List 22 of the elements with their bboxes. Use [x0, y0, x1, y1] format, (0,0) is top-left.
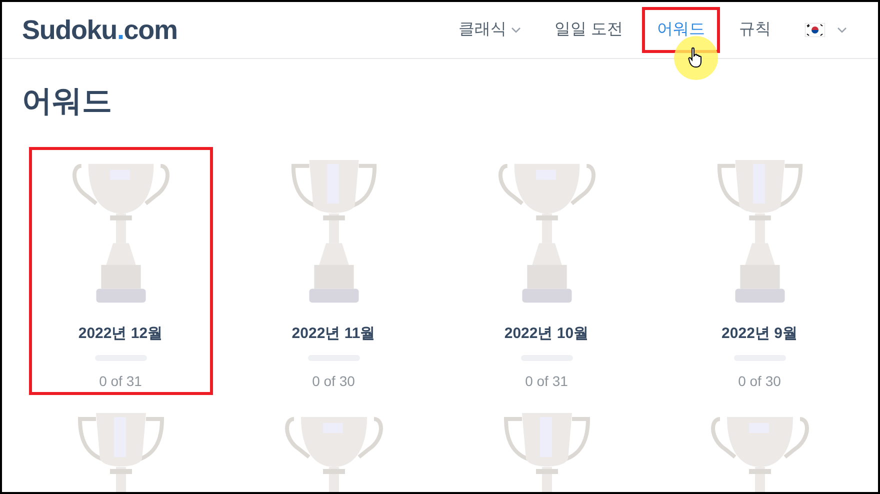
award-month: 2022년 10월	[504, 324, 589, 344]
award-month: 2022년 12월	[78, 324, 163, 344]
award-card[interactable]: 2022년 11월 0 of 30	[242, 147, 426, 395]
nav-link[interactable]: 규칙	[724, 7, 786, 53]
award-progress: 0 of 30	[738, 372, 781, 391]
award-progress: 0 of 31	[99, 372, 142, 391]
hand-pointer-icon	[688, 47, 704, 69]
chevron-down-icon	[837, 27, 847, 33]
cursor-highlight	[674, 36, 718, 80]
award-card[interactable]: 2022년 9월 0 of 30	[668, 147, 852, 395]
award-card[interactable]: 2022년 10월 0 of 31	[454, 147, 638, 395]
nav-dropdown[interactable]: 클래식	[444, 7, 536, 53]
nav-link[interactable]: 일일 도전	[540, 7, 638, 53]
site-logo[interactable]: Sudoku.com	[22, 10, 178, 50]
flag-icon	[805, 23, 825, 37]
award-month: 2022년 11월	[292, 324, 376, 344]
award-progress: 0 of 30	[312, 372, 355, 391]
award-month: 2022년 9월	[722, 324, 798, 344]
award-card[interactable]: 2022년 12월 0 of 31	[28, 147, 212, 395]
chevron-down-icon	[510, 27, 521, 33]
page-title: 어워드	[22, 87, 113, 117]
award-progress: 0 of 31	[525, 372, 568, 391]
